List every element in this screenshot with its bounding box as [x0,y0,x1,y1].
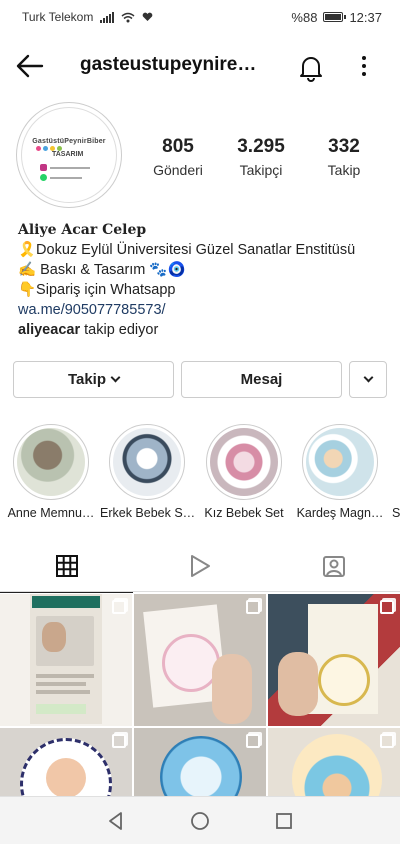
stat-value: 332 [328,136,360,157]
status-bar: Turk Telekom %88 12:37 [0,0,400,34]
post-thumbnail[interactable] [0,594,132,726]
highlight-label: Erkek Bebek S… [100,506,194,520]
post-thumbnail[interactable] [134,594,266,726]
highlight-image [113,428,181,496]
clock: 12:37 [349,9,382,25]
story-highlights: Anne Memnu… Erkek Bebek S… Kız Bebek Set… [0,424,400,524]
stat-followers[interactable]: 3.295 Takipçi [221,136,301,178]
profile-avatar[interactable]: GastüstüPeynirBiber TASARIM [16,102,122,208]
highlight-item[interactable]: Erkek Bebek S… [100,424,194,520]
play-icon [190,555,210,577]
multi-photo-icon [112,734,126,748]
highlight-item[interactable]: S [392,424,400,520]
followed-by-username: aliyeacar [18,322,81,338]
suggested-accounts-button[interactable] [349,361,387,398]
notification-bell-icon[interactable] [296,52,326,82]
highlight-label: Kız Bebek Set [204,506,284,520]
message-label: Mesaj [240,371,283,388]
message-button[interactable]: Mesaj [181,361,342,398]
highlight-item[interactable]: Kız Bebek Set [197,424,291,520]
stat-label: Takip [327,162,361,178]
highlight-image [306,428,374,496]
stat-posts[interactable]: 805 Gönderi [138,136,218,178]
post-thumbnail[interactable] [0,728,132,796]
highlight-image [210,428,278,496]
follow-label: Takip [67,371,107,388]
tab-tagged[interactable] [267,540,400,592]
multi-photo-icon [380,734,394,748]
tagged-person-icon [322,556,345,577]
highlight-label-cutoff: S [392,506,400,520]
nav-back-icon[interactable] [104,809,128,833]
stat-label: Takipçi [239,162,283,178]
multi-photo-icon [246,600,260,614]
bio-link[interactable]: wa.me/905077785573/ [18,300,388,320]
profile-bio: Aliye Acar Celep 🎗️Dokuz Eylül Üniversit… [18,220,388,340]
nav-home-icon[interactable] [188,809,212,833]
profile-header: gasteustupeynire… [0,40,400,92]
chevron-down-icon [110,372,121,383]
battery-percent: %88 [291,9,318,25]
posts-grid [0,594,400,796]
back-arrow-icon[interactable] [14,52,46,80]
bio-line: 👇Sipariş için Whatsapp [18,282,176,298]
grid-icon [55,555,78,577]
heart-icon [143,12,153,21]
highlight-item[interactable]: Anne Memnu… [4,424,98,520]
multi-photo-icon [112,600,126,614]
highlight-label: Kardeş Magn… [296,506,384,520]
avatar-subtitle: TASARIM [52,151,84,158]
bio-line: 🎗️Dokuz Eylül Üniversitesi Güzel Sanatla… [18,242,356,258]
multi-photo-icon [246,734,260,748]
avatar-title: GastüstüPeynirBiber [32,138,106,145]
chevron-down-icon [363,372,373,383]
system-navigation-bar [0,796,400,844]
avatar-instagram-row [40,164,90,171]
highlight-item[interactable]: Kardeş Magn… [293,424,387,520]
avatar-logo: GastüstüPeynirBiber TASARIM [21,107,117,203]
stat-following[interactable]: 332 Takip [304,136,384,178]
followed-by-text: takip ediyor [84,322,159,338]
post-thumbnail[interactable] [268,728,400,796]
carrier-name: Turk Telekom [22,10,94,24]
bio-line: ✍️ Baskı & Tasarım 🐾🧿 [18,262,186,278]
tab-grid[interactable] [0,540,133,593]
post-thumbnail[interactable] [134,728,266,796]
header-username: gasteustupeynire… [80,54,257,75]
whatsapp-icon [40,174,47,181]
battery-icon [323,12,347,22]
wifi-icon [121,12,135,22]
follow-button[interactable]: Takip [13,361,174,398]
nav-recents-icon[interactable] [272,809,296,833]
highlight-image [17,428,85,496]
signal-icon [100,11,115,23]
post-thumbnail[interactable] [268,594,400,726]
avatar-whatsapp-row [40,174,82,181]
multi-photo-icon [380,600,394,614]
profile-name: Aliye Acar Celep [18,222,147,238]
stat-value: 805 [162,136,194,157]
instagram-icon [40,164,47,171]
tab-reels[interactable] [133,540,266,592]
stat-label: Gönderi [153,162,203,178]
content-tabs [0,540,400,593]
followed-by[interactable]: aliyeacar takip ediyor [18,320,388,340]
highlight-label: Anne Memnu… [7,506,95,520]
stat-value: 3.295 [237,136,285,157]
more-options-icon[interactable] [352,52,376,80]
